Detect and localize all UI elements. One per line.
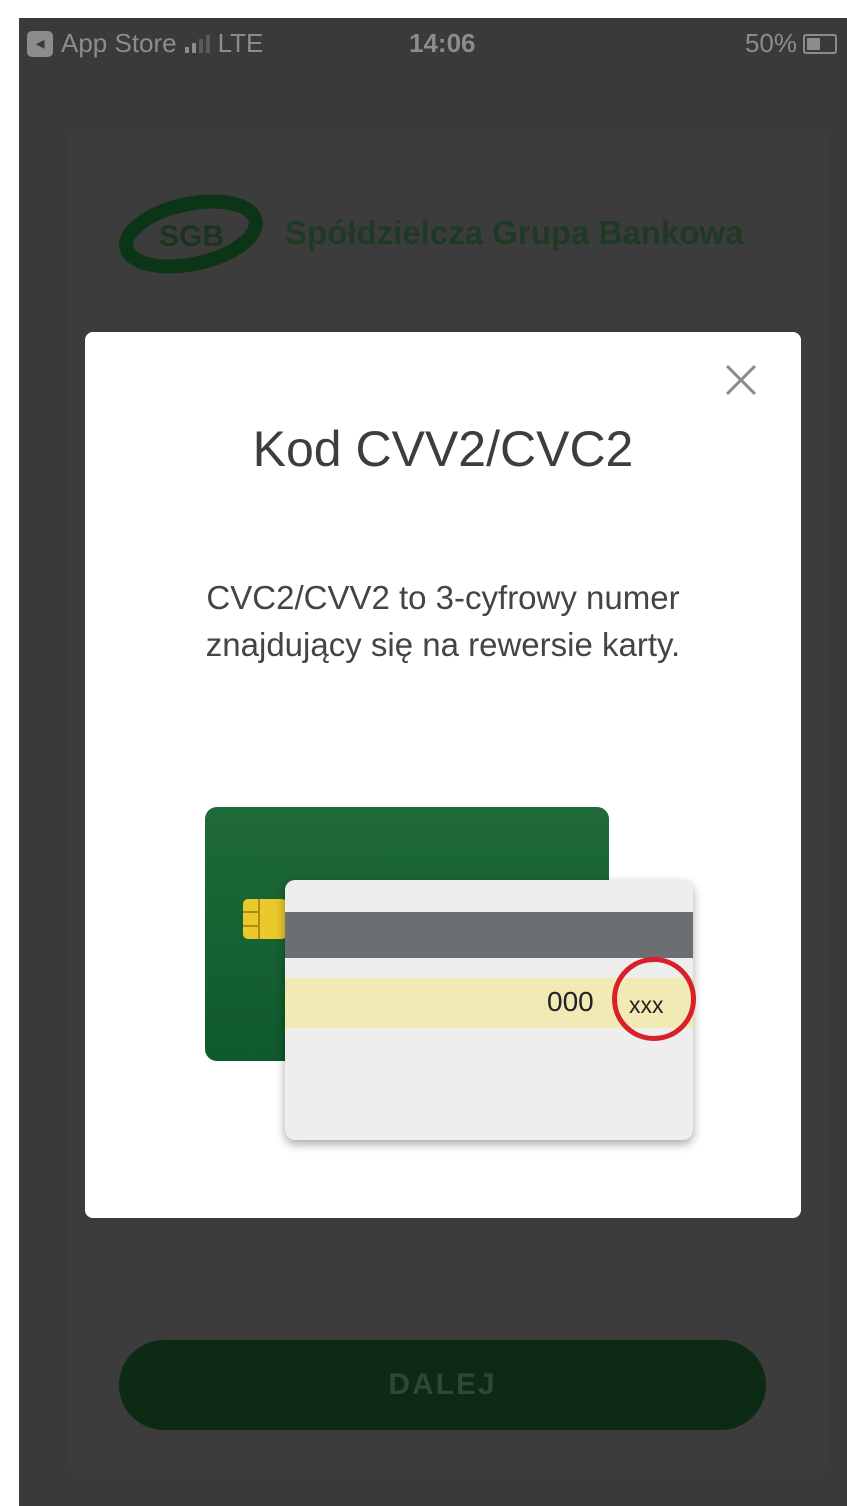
back-app-label: App Store <box>61 28 177 58</box>
signal-icon <box>184 34 210 53</box>
chip-icon <box>243 899 287 939</box>
modal-description: CVC2/CVV2 to 3-cyfrowy numer znajdujący … <box>205 579 681 663</box>
status-time: 14:06 <box>409 28 476 58</box>
bank-logo: SGB Spółdzielcza Grupa Bankowa <box>119 188 743 278</box>
app-screen: ◂ App Store LTE 14:06 50% SGB Spółdzielc… <box>19 18 847 1506</box>
back-to-app[interactable]: ◂ App Store LTE <box>27 28 263 59</box>
modal-title: Kod CVV2/CVC2 <box>252 421 634 477</box>
cvv-highlight-circle <box>612 957 696 1041</box>
close-icon[interactable] <box>721 360 761 400</box>
status-bar: ◂ App Store LTE 14:06 50% <box>19 18 847 70</box>
battery-icon <box>803 33 837 54</box>
app-store-icon: ◂ <box>27 30 53 57</box>
sgb-swoosh-icon: SGB <box>119 194 263 274</box>
network-label: LTE <box>217 28 264 58</box>
bank-name: Spółdzielcza Grupa Bankowa <box>285 214 744 251</box>
sgb-logo-mark: SGB <box>119 188 269 278</box>
card-number-tail: 000 <box>547 986 594 1017</box>
battery-status: 50% <box>745 28 837 59</box>
cvv-info-modal: Kod CVV2/CVC2 CVC2/CVV2 to 3-cyfrowy num… <box>85 332 801 1218</box>
next-button[interactable]: DALEJ <box>119 1340 766 1430</box>
magnetic-stripe <box>285 912 693 958</box>
battery-percent: 50% <box>744 28 797 58</box>
sgb-mark-text: SGB <box>159 220 224 253</box>
